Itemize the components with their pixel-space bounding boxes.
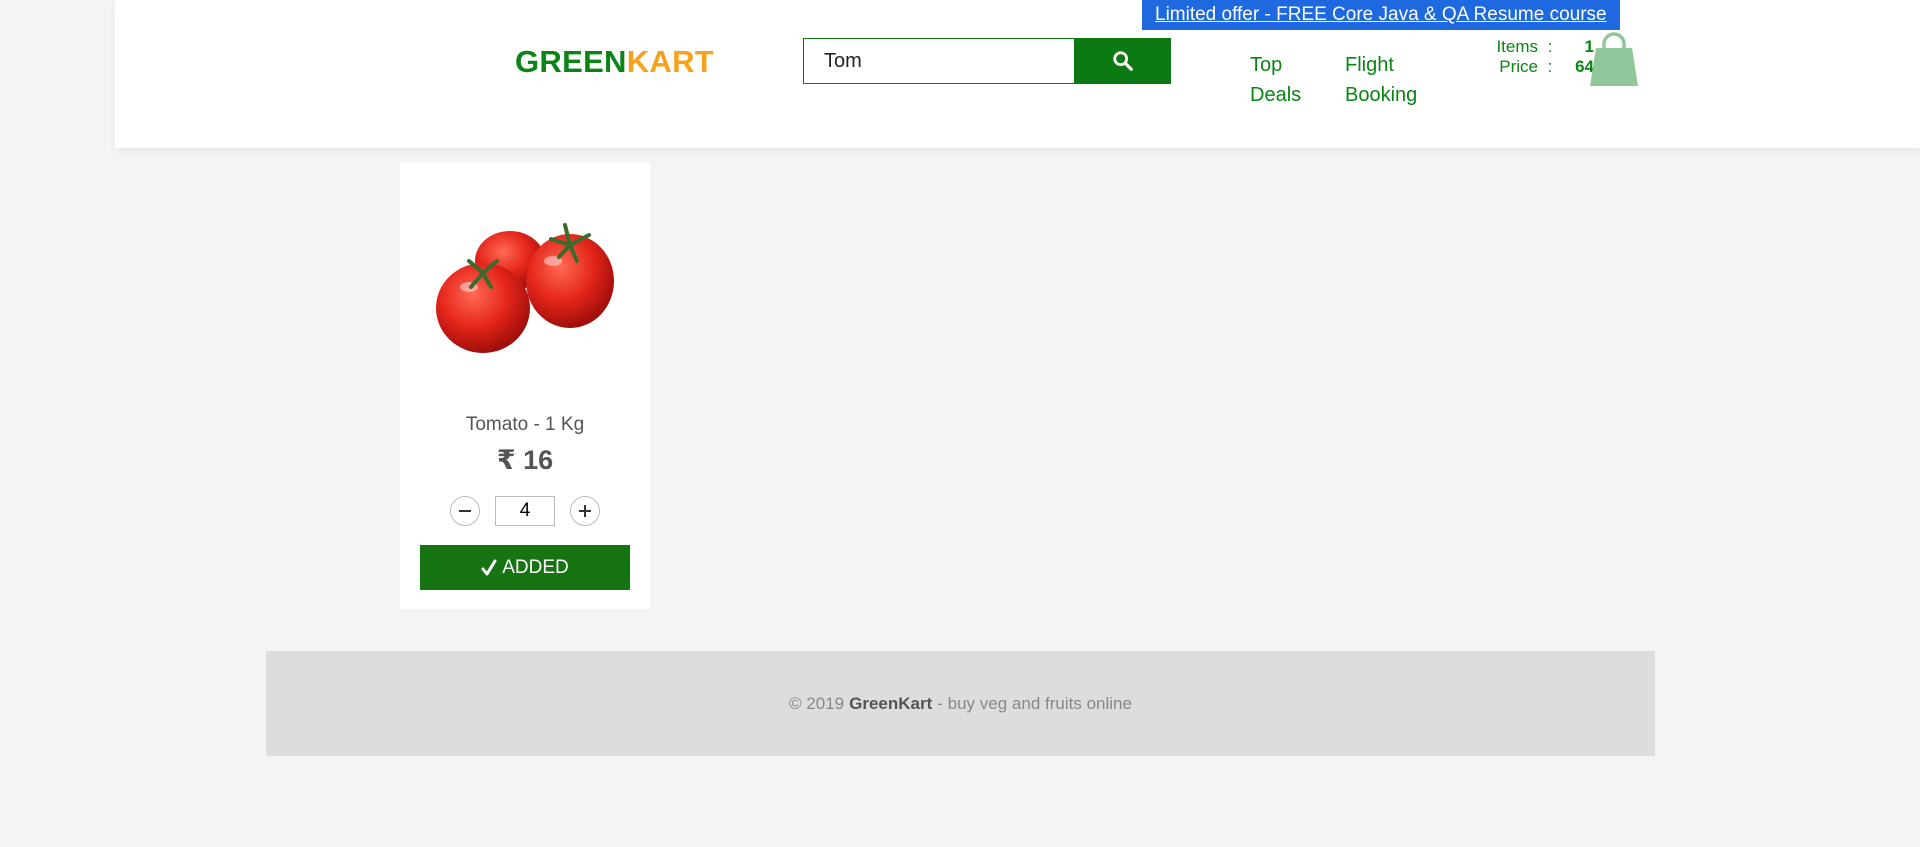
add-to-cart-button[interactable]: ADDED: [420, 545, 630, 590]
minus-icon: [459, 510, 471, 512]
cart-items-separator: :: [1547, 37, 1553, 56]
nav-flight-booking-line1: Flight: [1345, 54, 1394, 76]
nav-flight-booking-line2: Booking: [1345, 84, 1418, 106]
footer-brand: GreenKart: [849, 693, 933, 713]
currency-symbol: ₹: [496, 445, 516, 475]
product-card: Tomato - 1 Kg ₹ 16 ADDED: [400, 163, 650, 609]
product-price: ₹ 16: [400, 445, 650, 476]
search-input[interactable]: [803, 38, 1074, 84]
site-footer: © 2019 GreenKart - buy veg and fruits on…: [266, 651, 1655, 756]
nav-top-deals-line1: Top: [1250, 54, 1283, 76]
product-price-value: 16: [523, 445, 554, 475]
cart-button[interactable]: [1588, 30, 1640, 93]
add-to-cart-label: ADDED: [502, 556, 569, 578]
check-icon: [481, 559, 497, 575]
promo-offer-link[interactable]: Limited offer - FREE Core Java & QA Resu…: [1142, 0, 1620, 30]
search-form: [803, 38, 1171, 84]
search-icon: [1112, 51, 1133, 71]
cart-price-label: Price: [1499, 57, 1538, 76]
footer-copyright: © 2019: [789, 693, 845, 713]
brand-logo-orange: KART: [626, 44, 715, 79]
nav-top-deals-link[interactable]: Top Deals: [1250, 50, 1320, 110]
brand-logo[interactable]: GREENKART: [515, 44, 714, 80]
tomato-image: [436, 223, 614, 353]
shopping-bag-icon: [1590, 32, 1638, 86]
cart-price-separator: :: [1547, 57, 1553, 76]
cart-items-row: Items : 1: [1470, 37, 1594, 57]
decrement-button[interactable]: [450, 496, 480, 526]
quantity-input[interactable]: [495, 496, 555, 526]
cart-price-row: Price : 64: [1470, 57, 1594, 77]
cart-summary: Items : 1 Price : 64: [1470, 37, 1594, 77]
increment-button[interactable]: [570, 496, 600, 526]
nav-top-deals-line2: Deals: [1250, 84, 1302, 106]
product-image: [425, 203, 625, 368]
product-name: Tomato - 1 Kg: [465, 414, 585, 435]
plus-icon: [579, 505, 591, 517]
footer-tagline: - buy veg and fruits online: [937, 693, 1132, 713]
cart-items-label: Items: [1496, 37, 1538, 56]
search-button[interactable]: [1074, 38, 1171, 84]
brand-logo-green: GREEN: [515, 44, 627, 79]
nav-flight-booking-link[interactable]: Flight Booking: [1345, 50, 1445, 110]
